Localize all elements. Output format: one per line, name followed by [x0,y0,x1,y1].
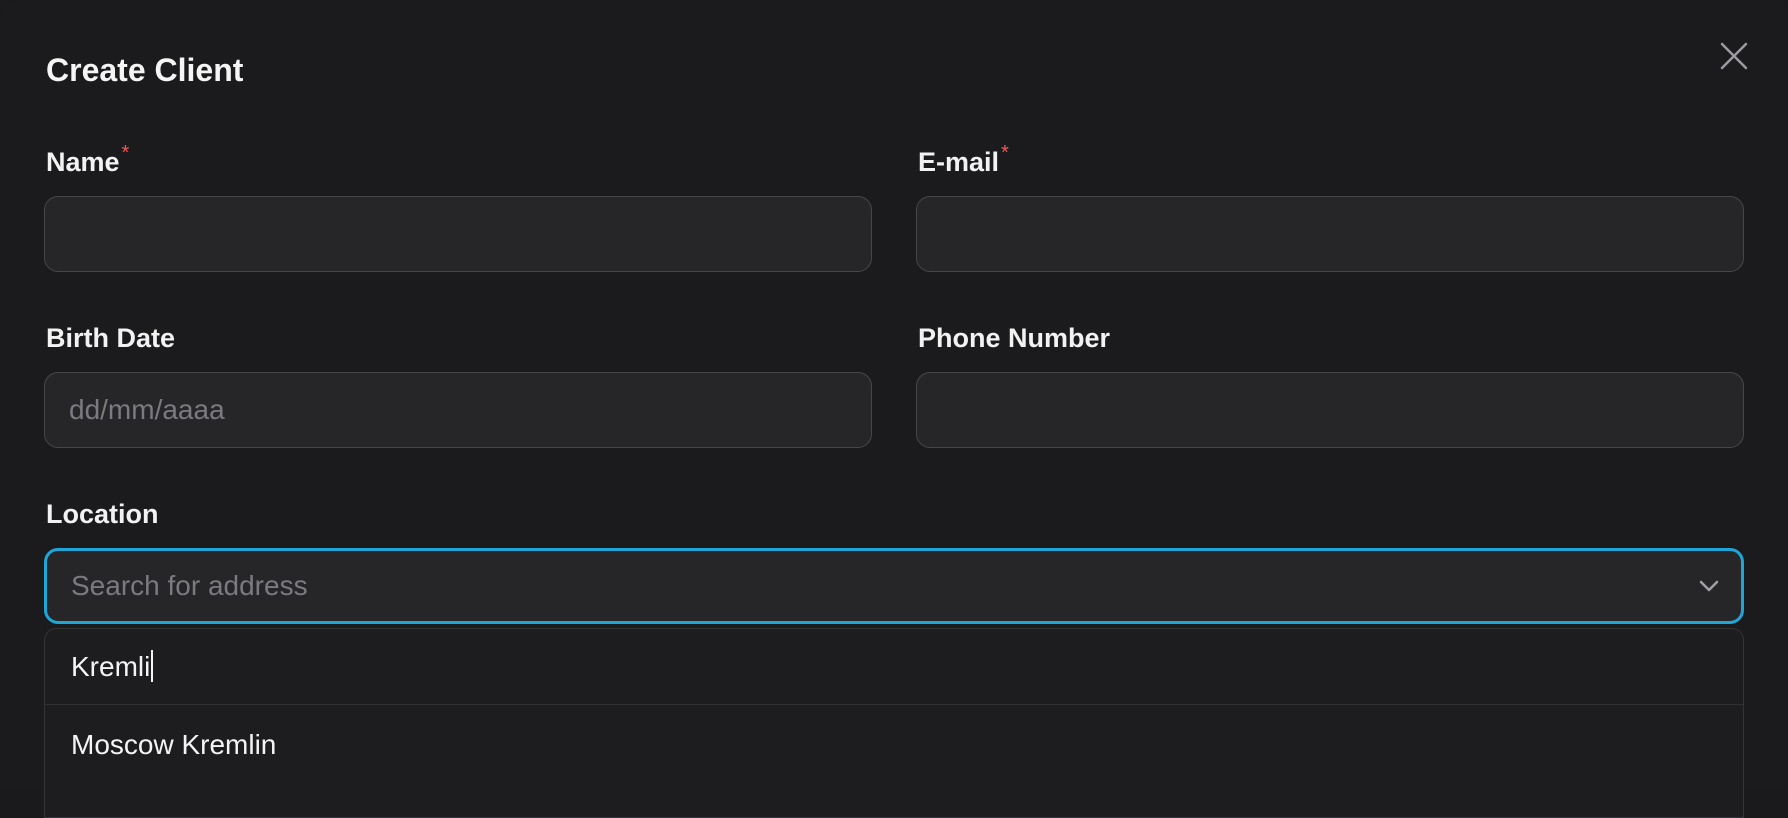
text-caret [151,650,154,682]
email-required-mark: * [1001,142,1009,164]
chevron-down-icon[interactable] [1693,570,1725,602]
email-label-text: E-mail [918,147,1000,177]
create-client-dialog: Create Client Name* E-mail* Birth Date P… [0,0,1788,818]
location-option-label: Moscow Kremlin [71,729,277,760]
email-label: E-mail * [918,142,1009,183]
dropdown-search-field[interactable]: Kremli [71,649,154,685]
dropdown-search-row[interactable]: Kremli [45,629,1743,705]
close-icon[interactable] [1712,34,1756,78]
phone-number-input[interactable] [916,372,1744,448]
phone-number-label: Phone Number [918,323,1111,353]
location-label: Location [46,499,159,529]
birth-date-label: Birth Date [46,323,176,353]
location-option[interactable]: Moscow Kremlin [45,707,1743,787]
name-input[interactable] [44,196,872,272]
name-label: Name * [46,142,130,183]
dialog-title: Create Client [46,52,244,88]
name-label-text: Name [46,147,120,177]
dropdown-search-query: Kremli [71,651,151,682]
birth-date-input[interactable] [44,372,872,448]
email-input[interactable] [916,196,1744,272]
name-required-mark: * [121,142,130,164]
location-search-input[interactable] [47,551,1647,621]
location-select[interactable] [44,548,1744,624]
